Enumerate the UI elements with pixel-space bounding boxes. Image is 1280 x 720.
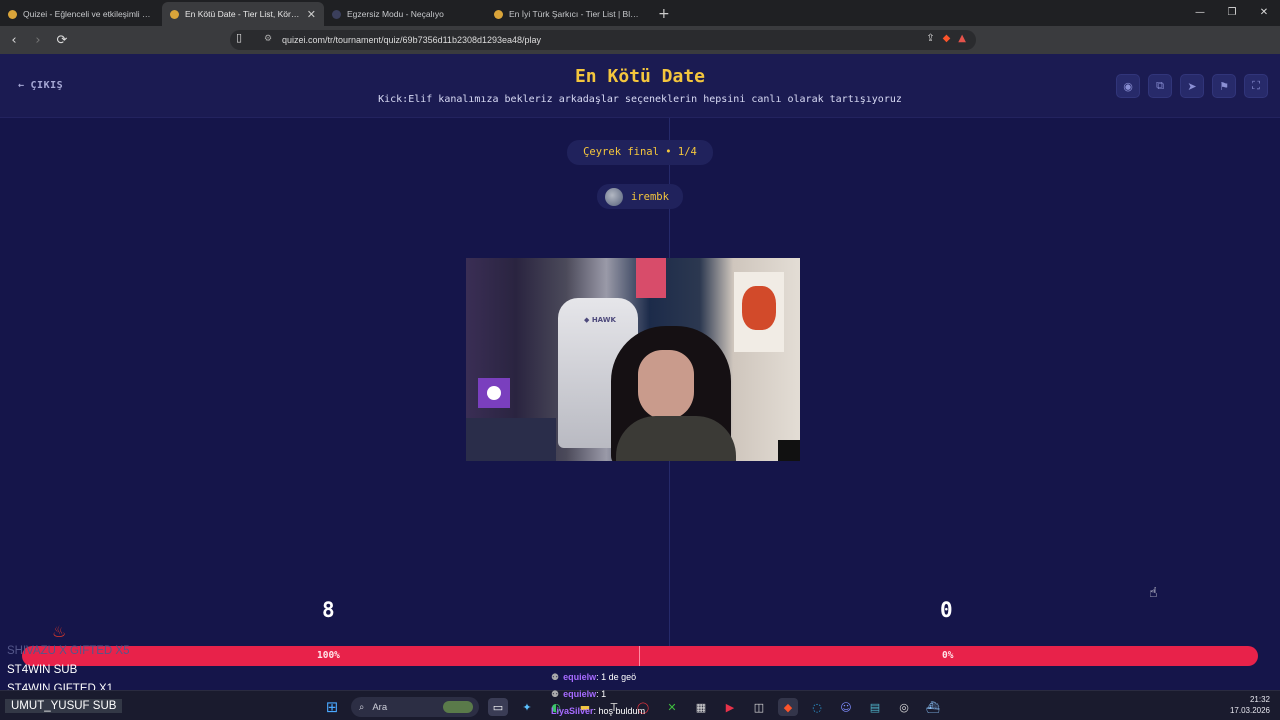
app-icon[interactable]: ◫ (749, 698, 769, 716)
brave-browser-icon[interactable]: ◆ (778, 698, 798, 716)
browser-tab-3[interactable]: Egzersiz Modu - Neçalıyo (324, 2, 486, 26)
mouse-cursor-icon: ☝ (1149, 585, 1158, 601)
media-player-icon[interactable]: ▶ (720, 698, 740, 716)
send-icon[interactable]: ➤ (1180, 74, 1204, 98)
app-icon[interactable]: ▤ (865, 698, 885, 716)
forward-icon[interactable]: › (28, 33, 48, 48)
page-favicon-icon (332, 9, 341, 19)
site-info-icon[interactable]: ⚙ (264, 34, 272, 44)
browser-tab-2[interactable]: En Kötü Date - Tier List, Kör Sıral ✕ (162, 2, 324, 26)
current-item-badge: irembk (597, 184, 683, 209)
round-badge: Çeyrek final • 1/4 (567, 140, 713, 165)
share-page-icon[interactable]: ⇪ (926, 33, 934, 44)
chat-badge-icon: ⚉ (551, 689, 560, 699)
brave-shields-icon[interactable]: ◆ (943, 33, 951, 44)
quiz-page: ← ÇIKIŞ En Kötü Date Kick:Elif kanalımız… (0, 54, 1280, 690)
avatar (605, 187, 623, 206)
left-percent: 100% (317, 650, 340, 661)
search-placeholder: Ara (372, 701, 388, 713)
bar-divider (639, 646, 640, 666)
quizei-favicon-icon (494, 9, 503, 19)
share-icon[interactable]: ⧉ (1148, 74, 1172, 98)
search-highlight-icon (443, 701, 473, 713)
tab-title: Egzersiz Modu - Neçalıyo (347, 9, 444, 19)
flame-icon: ♨ (52, 622, 67, 641)
tab-title: En Kötü Date - Tier List, Kör Sıral (185, 9, 301, 19)
window-controls: — ❐ ✕ (1184, 0, 1280, 26)
tiger-poster (734, 272, 784, 352)
store-icon[interactable]: ▦ (691, 698, 711, 716)
alert-line-boxed: UMUT_YUSUF SUB (5, 699, 123, 713)
right-percent: 0% (942, 650, 954, 661)
quizei-favicon-icon (170, 9, 179, 19)
header-actions: ◉ ⧉ ➤ ⚑ ⛶ (1116, 74, 1268, 98)
address-bar[interactable]: ⚙ quizei.com/tr/tournament/quiz/69b7356d… (230, 30, 976, 50)
windows-start-icon[interactable]: ⊞ (322, 698, 342, 716)
system-clock[interactable]: 21:32 17.03.2026 (1230, 694, 1270, 716)
obs-icon[interactable]: ◎ (894, 698, 914, 716)
copilot-icon[interactable]: ✦ (517, 698, 537, 716)
edge-icon[interactable]: ◌ (807, 698, 827, 716)
item-name: irembk (631, 190, 669, 203)
task-view-icon[interactable]: ▭ (488, 698, 508, 716)
option-image[interactable]: ◆ HAWK (466, 258, 800, 461)
browser-toolbar: ‹ › ⟳ ⚙ quizei.com/tr/tournament/quiz/69… (0, 26, 1280, 72)
bunny-plush-icon (478, 378, 510, 408)
tab-title: En İyi Türk Şarkıcı - Tier List | Blind … (509, 9, 640, 19)
quizei-favicon-icon (8, 9, 17, 19)
vote-split-bar: 100% 0% (22, 646, 1258, 666)
minimize-icon[interactable]: — (1184, 0, 1216, 26)
url-text[interactable]: quizei.com/tr/tournament/quiz/69b7356d11… (282, 35, 541, 45)
browser-tab-bar: Quizei - Eğlenceli ve etkileşimli quiz E… (0, 0, 1280, 26)
reload-icon[interactable]: ⟳ (52, 33, 72, 48)
flag-icon[interactable]: ⚑ (1212, 74, 1236, 98)
right-vote-count: 0 (940, 598, 953, 622)
close-tab-icon[interactable]: ✕ (307, 8, 316, 21)
alert-line-faded: SHIVAZU X GIFTED X5 (7, 645, 130, 657)
quiz-subtitle: Kick:Elif kanalımıza bekleriz arkadaşlar… (378, 94, 902, 105)
browser-tab-4[interactable]: En İyi Türk Şarkıcı - Tier List | Blind … (486, 2, 648, 26)
xbox-icon[interactable]: ✕ (662, 698, 682, 716)
back-icon[interactable]: ‹ (4, 33, 24, 48)
bookmark-icon[interactable]: ▯ (236, 31, 242, 44)
chair-logo: ◆ HAWK (584, 316, 616, 324)
quiz-title: En Kötü Date (574, 66, 706, 87)
close-window-icon[interactable]: ✕ (1248, 0, 1280, 26)
clock-time: 21:32 (1249, 695, 1270, 704)
chat-message: ⚉ equielw: 1 de geö (551, 672, 637, 682)
restore-icon[interactable]: ❐ (1216, 0, 1248, 26)
clock-date: 17.03.2026 (1229, 706, 1270, 715)
fullscreen-icon[interactable]: ⛶ (1244, 74, 1268, 98)
eye-icon[interactable]: ◉ (1116, 74, 1140, 98)
discord-icon[interactable]: ☺ (836, 698, 856, 716)
chat-message: ⚉ equielw: 1 (551, 689, 607, 699)
search-icon: ⌕ (359, 701, 365, 713)
quiz-header: ← ÇIKIŞ En Kötü Date Kick:Elif kanalımız… (0, 54, 1280, 118)
left-vote-count: 8 (322, 598, 335, 622)
alert-line: ST4WIN SUB (7, 664, 78, 676)
brave-rewards-icon[interactable]: ▲ (958, 33, 966, 44)
browser-tab-1[interactable]: Quizei - Eğlenceli ve etkileşimli quiz (0, 2, 162, 26)
new-tab-icon[interactable]: + (648, 6, 680, 26)
chat-badge-icon: ⚉ (551, 672, 560, 682)
steam-icon[interactable]: ⛴ (923, 698, 943, 716)
chat-message: LiyaSilver: hoş buldum (551, 706, 646, 716)
taskbar-search[interactable]: ⌕ Ara (351, 697, 479, 717)
tab-title: Quizei - Eğlenceli ve etkileşimli quiz (23, 9, 154, 19)
